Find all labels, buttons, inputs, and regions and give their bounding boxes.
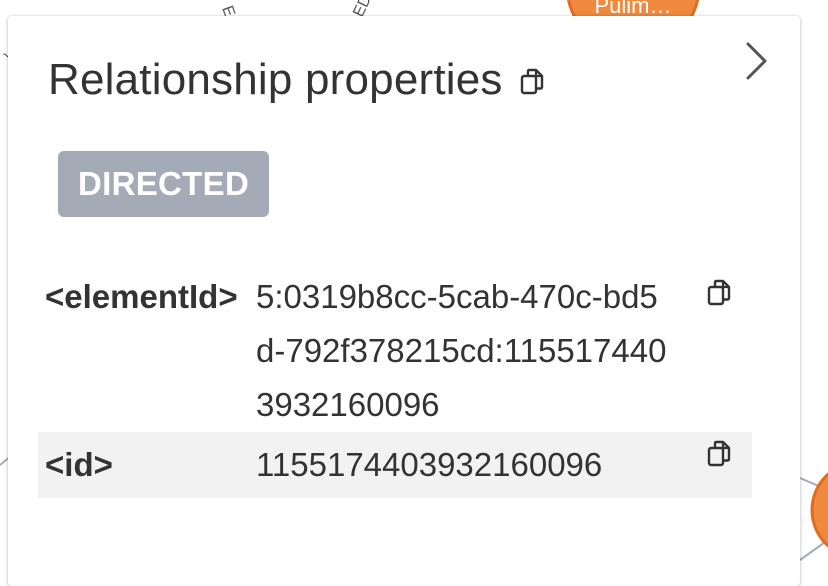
relationship-type-badge[interactable]: DIRECTED xyxy=(58,151,270,217)
copy-icon[interactable] xyxy=(517,66,549,98)
table-row: <id> 1155174403932160096 xyxy=(38,432,752,498)
badge-label: DIRECTED xyxy=(78,165,250,202)
chevron-right-icon xyxy=(746,42,767,80)
panel-header: Relationship properties xyxy=(48,54,549,106)
graph-node[interactable] xyxy=(810,462,828,558)
property-value: 5:0319b8cc-5cab-470c-bd5d-792f378215cd:1… xyxy=(256,278,667,423)
table-row: <elementId> 5:0319b8cc-5cab-470c-bd5d-79… xyxy=(38,267,752,432)
copy-icon[interactable] xyxy=(704,277,736,309)
collapse-panel-button[interactable] xyxy=(738,38,774,84)
properties-table: <elementId> 5:0319b8cc-5cab-470c-bd5d-79… xyxy=(38,267,752,498)
panel-title: Relationship properties xyxy=(48,55,503,104)
property-key: <id> xyxy=(45,446,113,483)
property-value: 1155174403932160096 xyxy=(256,446,603,483)
property-key: <elementId> xyxy=(45,278,238,315)
copy-icon[interactable] xyxy=(704,438,736,470)
